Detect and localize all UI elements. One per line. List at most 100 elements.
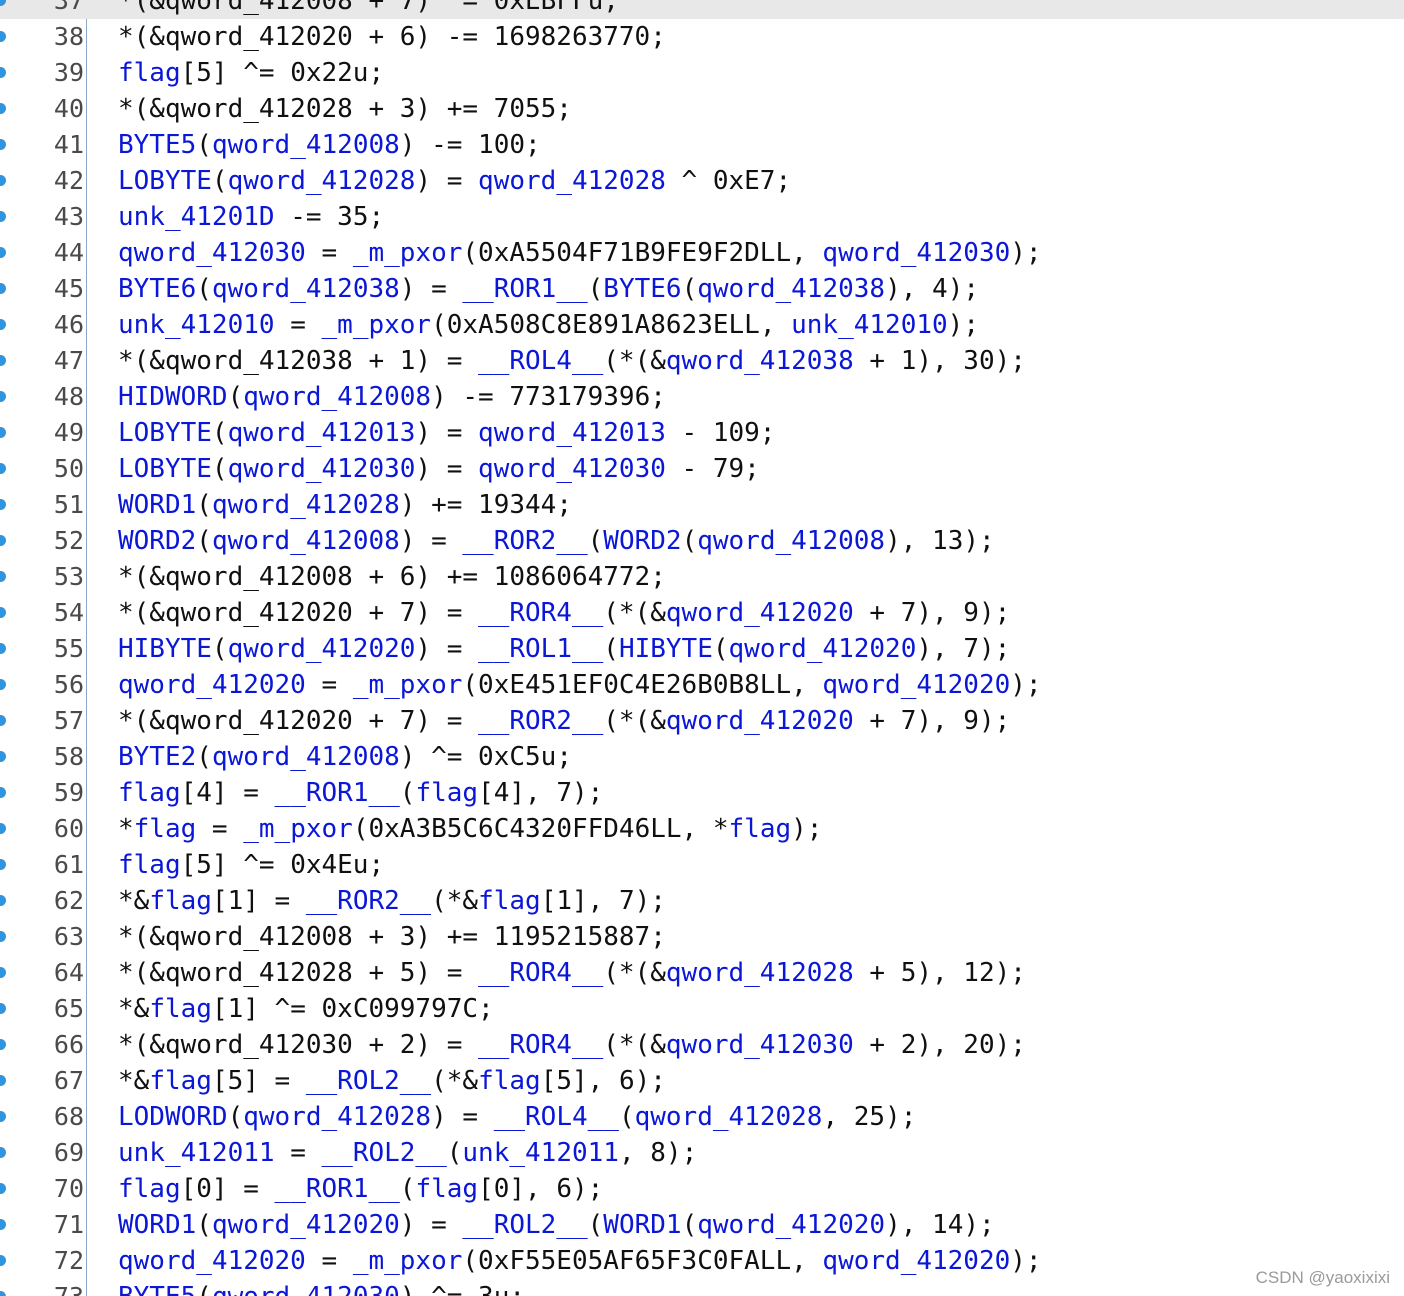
function-token[interactable]: HIDWORD	[118, 382, 228, 412]
code-line[interactable]: 43 unk_41201D -= 35;	[0, 199, 1404, 235]
function-token[interactable]: BYTE2	[118, 742, 196, 772]
identifier-token[interactable]: flag	[118, 778, 181, 808]
function-token[interactable]: __ROR1__	[275, 1174, 400, 1204]
identifier-token[interactable]: qword_412020	[228, 634, 416, 664]
code-line[interactable]: 42 LOBYTE(qword_412028) = qword_412028 ^ …	[0, 163, 1404, 199]
identifier-token[interactable]: qword_412020	[212, 1210, 400, 1240]
code-line[interactable]: 58 BYTE2(qword_412008) ^= 0xC5u;	[0, 739, 1404, 775]
code-line[interactable]: 48 HIDWORD(qword_412008) -= 773179396;	[0, 379, 1404, 415]
identifier-token[interactable]: qword_412028	[635, 1102, 823, 1132]
identifier-token[interactable]: qword_412020	[666, 598, 854, 628]
code-line[interactable]: 47 *(&qword_412038 + 1) = __ROL4__(*(&qwo…	[0, 343, 1404, 379]
function-token[interactable]: WORD2	[603, 526, 681, 556]
code-line[interactable]: 38 *(&qword_412020 + 6) -= 1698263770;	[0, 19, 1404, 55]
identifier-token[interactable]: qword_412028	[228, 166, 416, 196]
code-line[interactable]: 37 *(&qword_412008 + 7) ^= 0xEBFFu;	[0, 0, 1404, 19]
code-line[interactable]: 50 LOBYTE(qword_412030) = qword_412030 - …	[0, 451, 1404, 487]
identifier-token[interactable]: qword_412008	[212, 526, 400, 556]
identifier-token[interactable]: qword_412030	[666, 1030, 854, 1060]
function-token[interactable]: HIBYTE	[118, 634, 212, 664]
code-line[interactable]: 39 flag[5] ^= 0x22u;	[0, 55, 1404, 91]
breakpoint-dot-icon[interactable]	[0, 355, 6, 366]
identifier-token[interactable]: qword_412020	[697, 1210, 885, 1240]
breakpoint-dot-icon[interactable]	[0, 895, 6, 906]
function-token[interactable]: __ROR2__	[306, 886, 431, 916]
breakpoint-dot-icon[interactable]	[0, 283, 6, 294]
code-line[interactable]: 55 HIBYTE(qword_412020) = __ROL1__(HIBYTE…	[0, 631, 1404, 667]
code-line[interactable]: 61 flag[5] ^= 0x4Eu;	[0, 847, 1404, 883]
identifier-token[interactable]: qword_412038	[697, 274, 885, 304]
identifier-token[interactable]: qword_412008	[212, 130, 400, 160]
code-line[interactable]: 54 *(&qword_412020 + 7) = __ROR4__(*(&qwo…	[0, 595, 1404, 631]
code-line[interactable]: 63 *(&qword_412008 + 3) += 1195215887;	[0, 919, 1404, 955]
function-token[interactable]: HIBYTE	[619, 634, 713, 664]
code-line[interactable]: 60 *flag = _m_pxor(0xA3B5C6C4320FFD46LL, …	[0, 811, 1404, 847]
function-token[interactable]: __ROR1__	[275, 778, 400, 808]
function-token[interactable]: __ROL1__	[478, 634, 603, 664]
identifier-token[interactable]: flag	[149, 994, 212, 1024]
function-token[interactable]: __ROL2__	[322, 1138, 447, 1168]
code-line[interactable]: 40 *(&qword_412028 + 3) += 7055;	[0, 91, 1404, 127]
breakpoint-dot-icon[interactable]	[0, 139, 6, 150]
identifier-token[interactable]: flag	[118, 1174, 181, 1204]
function-token[interactable]: __ROL2__	[306, 1066, 431, 1096]
breakpoint-dot-icon[interactable]	[0, 823, 6, 834]
breakpoint-dot-icon[interactable]	[0, 1147, 6, 1158]
identifier-token[interactable]: qword_412020	[822, 1246, 1010, 1276]
code-line[interactable]: 49 LOBYTE(qword_412013) = qword_412013 - …	[0, 415, 1404, 451]
code-line[interactable]: 59 flag[4] = __ROR1__(flag[4], 7);	[0, 775, 1404, 811]
breakpoint-dot-icon[interactable]	[0, 715, 6, 726]
code-line[interactable]: 69 unk_412011 = __ROL2__(unk_412011, 8);	[0, 1135, 1404, 1171]
breakpoint-dot-icon[interactable]	[0, 931, 6, 942]
identifier-token[interactable]: unk_412011	[118, 1138, 275, 1168]
code-line[interactable]: 53 *(&qword_412008 + 6) += 1086064772;	[0, 559, 1404, 595]
code-line[interactable]: 70 flag[0] = __ROR1__(flag[0], 6);	[0, 1171, 1404, 1207]
identifier-token[interactable]: qword_412008	[697, 526, 885, 556]
breakpoint-dot-icon[interactable]	[0, 679, 6, 690]
code-line[interactable]: 44 qword_412030 = _m_pxor(0xA5504F71B9FE9…	[0, 235, 1404, 271]
function-token[interactable]: BYTE5	[118, 130, 196, 160]
function-token[interactable]: __ROR4__	[478, 958, 603, 988]
breakpoint-dot-icon[interactable]	[0, 859, 6, 870]
identifier-token[interactable]: qword_412030	[212, 1282, 400, 1296]
breakpoint-dot-icon[interactable]	[0, 1003, 6, 1014]
code-line[interactable]: 51 WORD1(qword_412028) += 19344;	[0, 487, 1404, 523]
breakpoint-dot-icon[interactable]	[0, 535, 6, 546]
function-token[interactable]: __ROR4__	[478, 598, 603, 628]
identifier-token[interactable]: unk_41201D	[118, 202, 275, 232]
breakpoint-dot-icon[interactable]	[0, 751, 6, 762]
identifier-token[interactable]: qword_412028	[212, 490, 400, 520]
function-token[interactable]: WORD1	[118, 1210, 196, 1240]
function-token[interactable]: WORD2	[118, 526, 196, 556]
function-token[interactable]: WORD1	[118, 490, 196, 520]
breakpoint-dot-icon[interactable]	[0, 103, 6, 114]
function-token[interactable]: BYTE6	[118, 274, 196, 304]
identifier-token[interactable]: qword_412038	[212, 274, 400, 304]
identifier-token[interactable]: qword_412020	[118, 670, 306, 700]
breakpoint-dot-icon[interactable]	[0, 607, 6, 618]
function-token[interactable]: __ROR1__	[462, 274, 587, 304]
function-token[interactable]: _m_pxor	[243, 814, 353, 844]
breakpoint-dot-icon[interactable]	[0, 967, 6, 978]
function-token[interactable]: _m_pxor	[353, 670, 463, 700]
function-token[interactable]: _m_pxor	[353, 238, 463, 268]
breakpoint-dot-icon[interactable]	[0, 643, 6, 654]
identifier-token[interactable]: flag	[478, 1066, 541, 1096]
identifier-token[interactable]: qword_412038	[666, 346, 854, 376]
identifier-token[interactable]: unk_412010	[791, 310, 948, 340]
code-line[interactable]: 65 *&flag[1] ^= 0xC099797C;	[0, 991, 1404, 1027]
code-line[interactable]: 46 unk_412010 = _m_pxor(0xA508C8E891A8623…	[0, 307, 1404, 343]
breakpoint-dot-icon[interactable]	[0, 211, 6, 222]
identifier-token[interactable]: qword_412020	[666, 706, 854, 736]
identifier-token[interactable]: flag	[149, 886, 212, 916]
breakpoint-dot-icon[interactable]	[0, 571, 6, 582]
function-token[interactable]: LOBYTE	[118, 166, 212, 196]
breakpoint-dot-icon[interactable]	[0, 1183, 6, 1194]
identifier-token[interactable]: flag	[478, 886, 541, 916]
identifier-token[interactable]: qword_412008	[243, 382, 431, 412]
function-token[interactable]: LODWORD	[118, 1102, 228, 1132]
function-token[interactable]: WORD1	[603, 1210, 681, 1240]
function-token[interactable]: __ROL4__	[478, 346, 603, 376]
code-line[interactable]: 72 qword_412020 = _m_pxor(0xF55E05AF65F3C…	[0, 1243, 1404, 1279]
breakpoint-dot-icon[interactable]	[0, 1111, 6, 1122]
